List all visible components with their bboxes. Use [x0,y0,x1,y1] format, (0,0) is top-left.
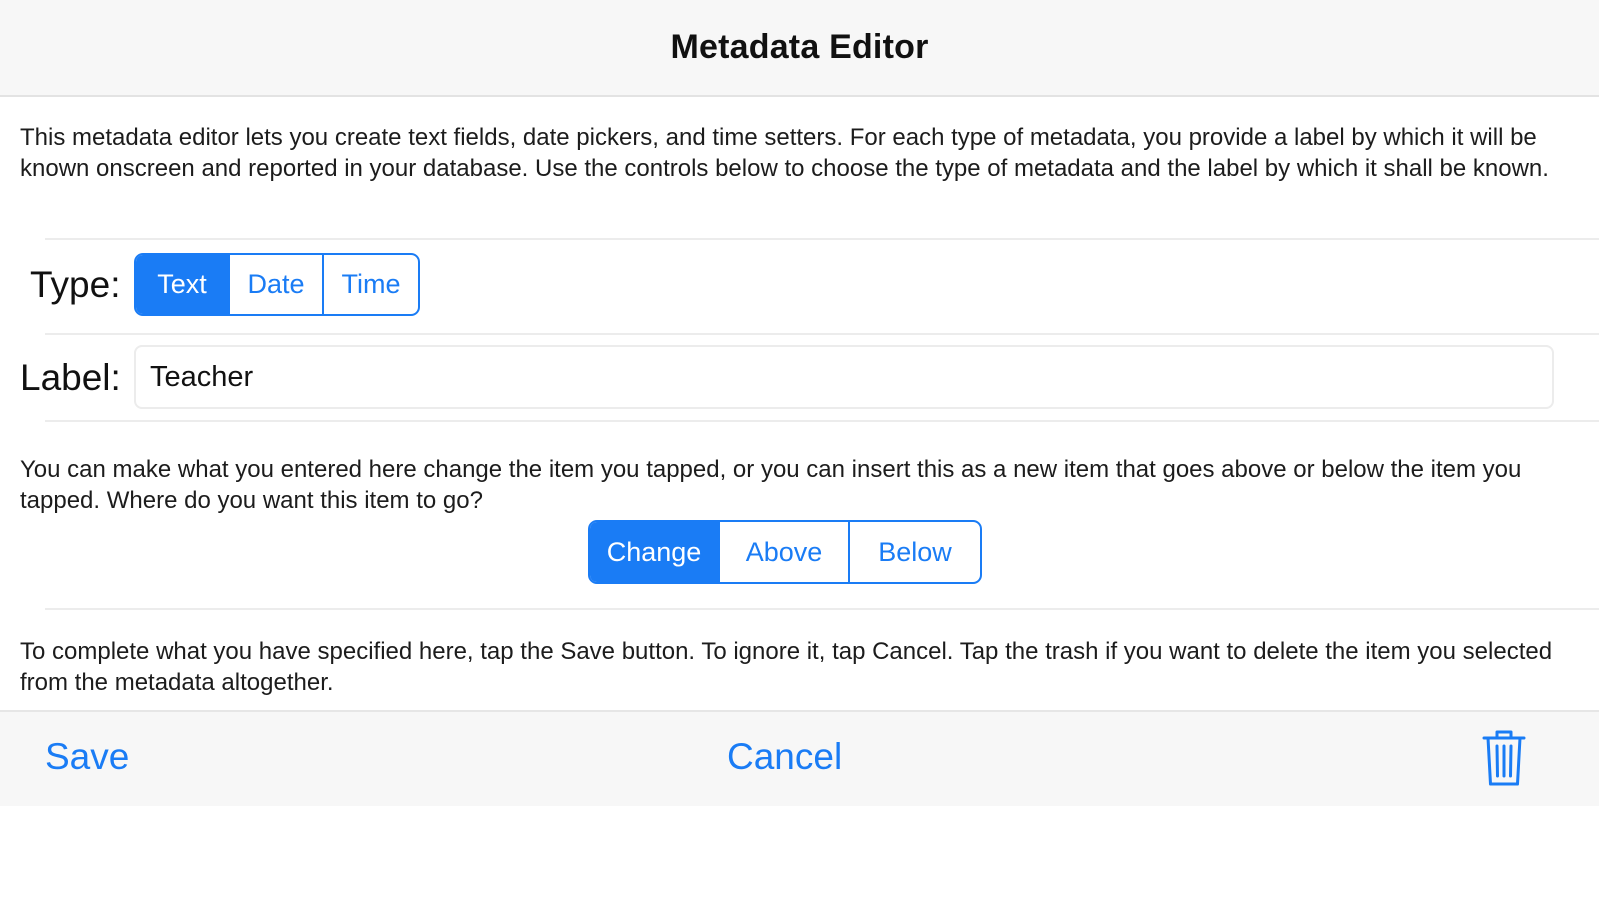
placement-option-above[interactable]: Above [720,522,850,582]
placement-segmented-control[interactable]: Change Above Below [588,520,982,584]
type-label: Type: [30,264,121,305]
type-option-text[interactable]: Text [136,255,230,314]
placement-option-below[interactable]: Below [850,522,980,582]
divider [45,420,1599,422]
type-option-time[interactable]: Time [324,255,418,314]
type-option-date[interactable]: Date [230,255,324,314]
cancel-button[interactable]: Cancel [727,736,842,778]
label-label: Label: [20,357,121,398]
label-input[interactable] [134,345,1554,409]
type-segmented-control[interactable]: Text Date Time [134,253,420,316]
divider [45,333,1599,335]
placement-text: You can make what you entered here chang… [20,456,1522,514]
divider [45,608,1599,610]
completion-text: To complete what you have specified here… [20,638,1553,696]
page-title: Metadata Editor [670,28,929,66]
placement-option-change[interactable]: Change [590,522,720,582]
save-button[interactable]: Save [45,736,129,778]
navigation-bar: Metadata Editor [0,0,1599,97]
bottom-toolbar: Save Cancel [0,710,1599,806]
divider [45,238,1599,240]
trash-icon[interactable] [1482,729,1526,787]
intro-text: This metadata editor lets you create tex… [20,124,1549,182]
